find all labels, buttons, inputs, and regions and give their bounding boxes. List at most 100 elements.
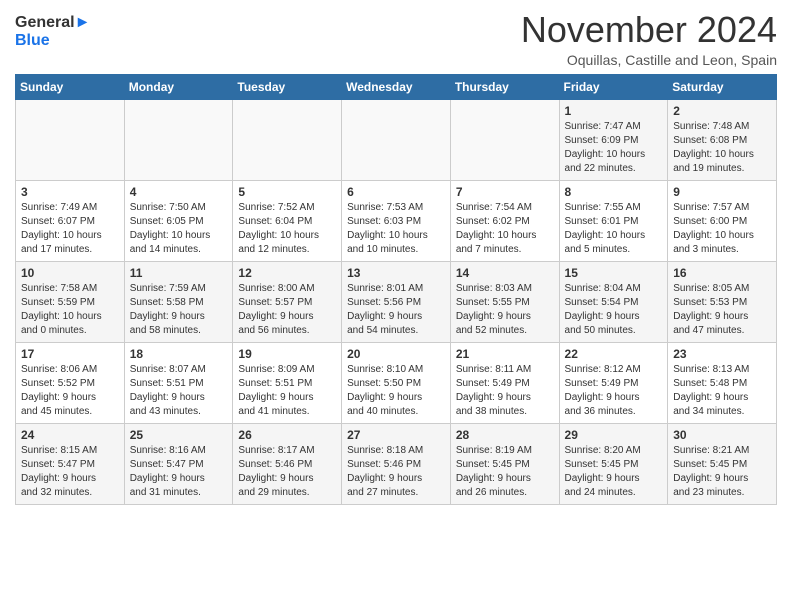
day-info: Sunrise: 7:54 AM Sunset: 6:02 PM Dayligh… <box>456 201 554 257</box>
calendar-cell: 8 Sunrise: 7:55 AM Sunset: 6:01 PM Daylig… <box>559 180 668 261</box>
calendar-cell <box>124 99 233 180</box>
day-number: 23 <box>673 347 771 361</box>
day-info: Sunrise: 7:52 AM Sunset: 6:04 PM Dayligh… <box>238 201 336 257</box>
day-info: Sunrise: 8:19 AM Sunset: 5:45 PM Dayligh… <box>456 444 554 500</box>
day-info: Sunrise: 8:20 AM Sunset: 5:45 PM Dayligh… <box>565 444 663 500</box>
calendar-page: General► Blue November 2024 Oquillas, Ca… <box>0 0 792 520</box>
calendar-cell: 9 Sunrise: 7:57 AM Sunset: 6:00 PM Daylig… <box>668 180 777 261</box>
day-number: 30 <box>673 428 771 442</box>
calendar-cell: 18Sunrise: 8:07 AM Sunset: 5:51 PM Dayli… <box>124 342 233 423</box>
calendar-cell: 26 Sunrise: 8:17 AM Sunset: 5:46 PM Dayli… <box>233 423 342 504</box>
day-number: 10 <box>21 266 119 280</box>
day-info: Sunrise: 7:57 AM Sunset: 6:00 PM Dayligh… <box>673 201 771 257</box>
day-info: Sunrise: 8:15 AM Sunset: 5:47 PM Dayligh… <box>21 444 119 500</box>
calendar-cell: 3 Sunrise: 7:49 AM Sunset: 6:07 PM Daylig… <box>16 180 125 261</box>
day-number: 29 <box>565 428 663 442</box>
day-number: 1 <box>565 104 663 118</box>
calendar-cell: 23 Sunrise: 8:13 AM Sunset: 5:48 PM Dayli… <box>668 342 777 423</box>
calendar-cell: 7Sunrise: 7:54 AM Sunset: 6:02 PM Daylig… <box>450 180 559 261</box>
day-info: Sunrise: 8:12 AM Sunset: 5:49 PM Dayligh… <box>565 363 663 419</box>
header: General► Blue November 2024 Oquillas, Ca… <box>15 10 777 68</box>
day-number: 22 <box>565 347 663 361</box>
day-number: 16 <box>673 266 771 280</box>
logo-triangle-icon: ► <box>75 14 91 31</box>
month-title: November 2024 <box>521 10 777 50</box>
day-number: 13 <box>347 266 445 280</box>
calendar-cell <box>16 99 125 180</box>
calendar-week-row: 3 Sunrise: 7:49 AM Sunset: 6:07 PM Daylig… <box>16 180 777 261</box>
calendar-week-row: 17 Sunrise: 8:06 AM Sunset: 5:52 PM Dayli… <box>16 342 777 423</box>
calendar-cell <box>233 99 342 180</box>
day-info: Sunrise: 8:05 AM Sunset: 5:53 PM Dayligh… <box>673 282 771 338</box>
day-info: Sunrise: 7:47 AM Sunset: 6:09 PM Dayligh… <box>565 120 663 176</box>
calendar-cell: 14 Sunrise: 8:03 AM Sunset: 5:55 PM Dayli… <box>450 261 559 342</box>
day-number: 25 <box>130 428 228 442</box>
day-info: Sunrise: 7:55 AM Sunset: 6:01 PM Dayligh… <box>565 201 663 257</box>
calendar-week-row: 1 Sunrise: 7:47 AM Sunset: 6:09 PM Daylig… <box>16 99 777 180</box>
calendar-cell: 6 Sunrise: 7:53 AM Sunset: 6:03 PM Daylig… <box>342 180 451 261</box>
day-info: Sunrise: 7:59 AM Sunset: 5:58 PM Dayligh… <box>130 282 228 338</box>
day-number: 8 <box>565 185 663 199</box>
calendar-cell: 17 Sunrise: 8:06 AM Sunset: 5:52 PM Dayli… <box>16 342 125 423</box>
day-info: Sunrise: 7:49 AM Sunset: 6:07 PM Dayligh… <box>21 201 119 257</box>
day-number: 24 <box>21 428 119 442</box>
day-info: Sunrise: 8:06 AM Sunset: 5:52 PM Dayligh… <box>21 363 119 419</box>
day-number: 26 <box>238 428 336 442</box>
calendar-cell: 25Sunrise: 8:16 AM Sunset: 5:47 PM Dayli… <box>124 423 233 504</box>
day-info: Sunrise: 8:21 AM Sunset: 5:45 PM Dayligh… <box>673 444 771 500</box>
header-thursday: Thursday <box>450 74 559 99</box>
calendar-cell: 13Sunrise: 8:01 AM Sunset: 5:56 PM Dayli… <box>342 261 451 342</box>
day-info: Sunrise: 7:50 AM Sunset: 6:05 PM Dayligh… <box>130 201 228 257</box>
day-info: Sunrise: 7:53 AM Sunset: 6:03 PM Dayligh… <box>347 201 445 257</box>
logo: General► Blue <box>15 14 90 49</box>
day-info: Sunrise: 8:03 AM Sunset: 5:55 PM Dayligh… <box>456 282 554 338</box>
calendar-cell: 30 Sunrise: 8:21 AM Sunset: 5:45 PM Dayli… <box>668 423 777 504</box>
day-info: Sunrise: 7:48 AM Sunset: 6:08 PM Dayligh… <box>673 120 771 176</box>
logo-line2: Blue <box>15 32 90 50</box>
calendar-cell: 10 Sunrise: 7:58 AM Sunset: 5:59 PM Dayli… <box>16 261 125 342</box>
day-info: Sunrise: 8:10 AM Sunset: 5:50 PM Dayligh… <box>347 363 445 419</box>
day-info: Sunrise: 8:17 AM Sunset: 5:46 PM Dayligh… <box>238 444 336 500</box>
day-info: Sunrise: 8:04 AM Sunset: 5:54 PM Dayligh… <box>565 282 663 338</box>
calendar-cell: 2 Sunrise: 7:48 AM Sunset: 6:08 PM Daylig… <box>668 99 777 180</box>
day-number: 27 <box>347 428 445 442</box>
header-monday: Monday <box>124 74 233 99</box>
day-info: Sunrise: 7:58 AM Sunset: 5:59 PM Dayligh… <box>21 282 119 338</box>
day-number: 21 <box>456 347 554 361</box>
calendar-week-row: 24 Sunrise: 8:15 AM Sunset: 5:47 PM Dayli… <box>16 423 777 504</box>
calendar-table: Sunday Monday Tuesday Wednesday Thursday… <box>15 74 777 505</box>
day-number: 2 <box>673 104 771 118</box>
calendar-cell: 4 Sunrise: 7:50 AM Sunset: 6:05 PM Daylig… <box>124 180 233 261</box>
calendar-cell: 19 Sunrise: 8:09 AM Sunset: 5:51 PM Dayli… <box>233 342 342 423</box>
day-info: Sunrise: 8:18 AM Sunset: 5:46 PM Dayligh… <box>347 444 445 500</box>
calendar-cell: 29 Sunrise: 8:20 AM Sunset: 5:45 PM Dayli… <box>559 423 668 504</box>
day-number: 4 <box>130 185 228 199</box>
day-number: 14 <box>456 266 554 280</box>
header-tuesday: Tuesday <box>233 74 342 99</box>
day-number: 9 <box>673 185 771 199</box>
calendar-week-row: 10 Sunrise: 7:58 AM Sunset: 5:59 PM Dayli… <box>16 261 777 342</box>
day-info: Sunrise: 8:09 AM Sunset: 5:51 PM Dayligh… <box>238 363 336 419</box>
calendar-cell: 5 Sunrise: 7:52 AM Sunset: 6:04 PM Daylig… <box>233 180 342 261</box>
day-number: 6 <box>347 185 445 199</box>
day-info: Sunrise: 8:13 AM Sunset: 5:48 PM Dayligh… <box>673 363 771 419</box>
day-number: 5 <box>238 185 336 199</box>
calendar-cell: 1 Sunrise: 7:47 AM Sunset: 6:09 PM Daylig… <box>559 99 668 180</box>
calendar-cell: 11Sunrise: 7:59 AM Sunset: 5:58 PM Dayli… <box>124 261 233 342</box>
day-number: 28 <box>456 428 554 442</box>
day-number: 19 <box>238 347 336 361</box>
calendar-cell: 22 Sunrise: 8:12 AM Sunset: 5:49 PM Dayli… <box>559 342 668 423</box>
day-info: Sunrise: 8:00 AM Sunset: 5:57 PM Dayligh… <box>238 282 336 338</box>
day-info: Sunrise: 8:07 AM Sunset: 5:51 PM Dayligh… <box>130 363 228 419</box>
header-saturday: Saturday <box>668 74 777 99</box>
header-friday: Friday <box>559 74 668 99</box>
day-info: Sunrise: 8:11 AM Sunset: 5:49 PM Dayligh… <box>456 363 554 419</box>
header-wednesday: Wednesday <box>342 74 451 99</box>
day-number: 3 <box>21 185 119 199</box>
calendar-cell <box>342 99 451 180</box>
header-sunday: Sunday <box>16 74 125 99</box>
day-number: 12 <box>238 266 336 280</box>
day-number: 17 <box>21 347 119 361</box>
location-subtitle: Oquillas, Castille and Leon, Spain <box>521 52 777 68</box>
calendar-cell: 28 Sunrise: 8:19 AM Sunset: 5:45 PM Dayli… <box>450 423 559 504</box>
